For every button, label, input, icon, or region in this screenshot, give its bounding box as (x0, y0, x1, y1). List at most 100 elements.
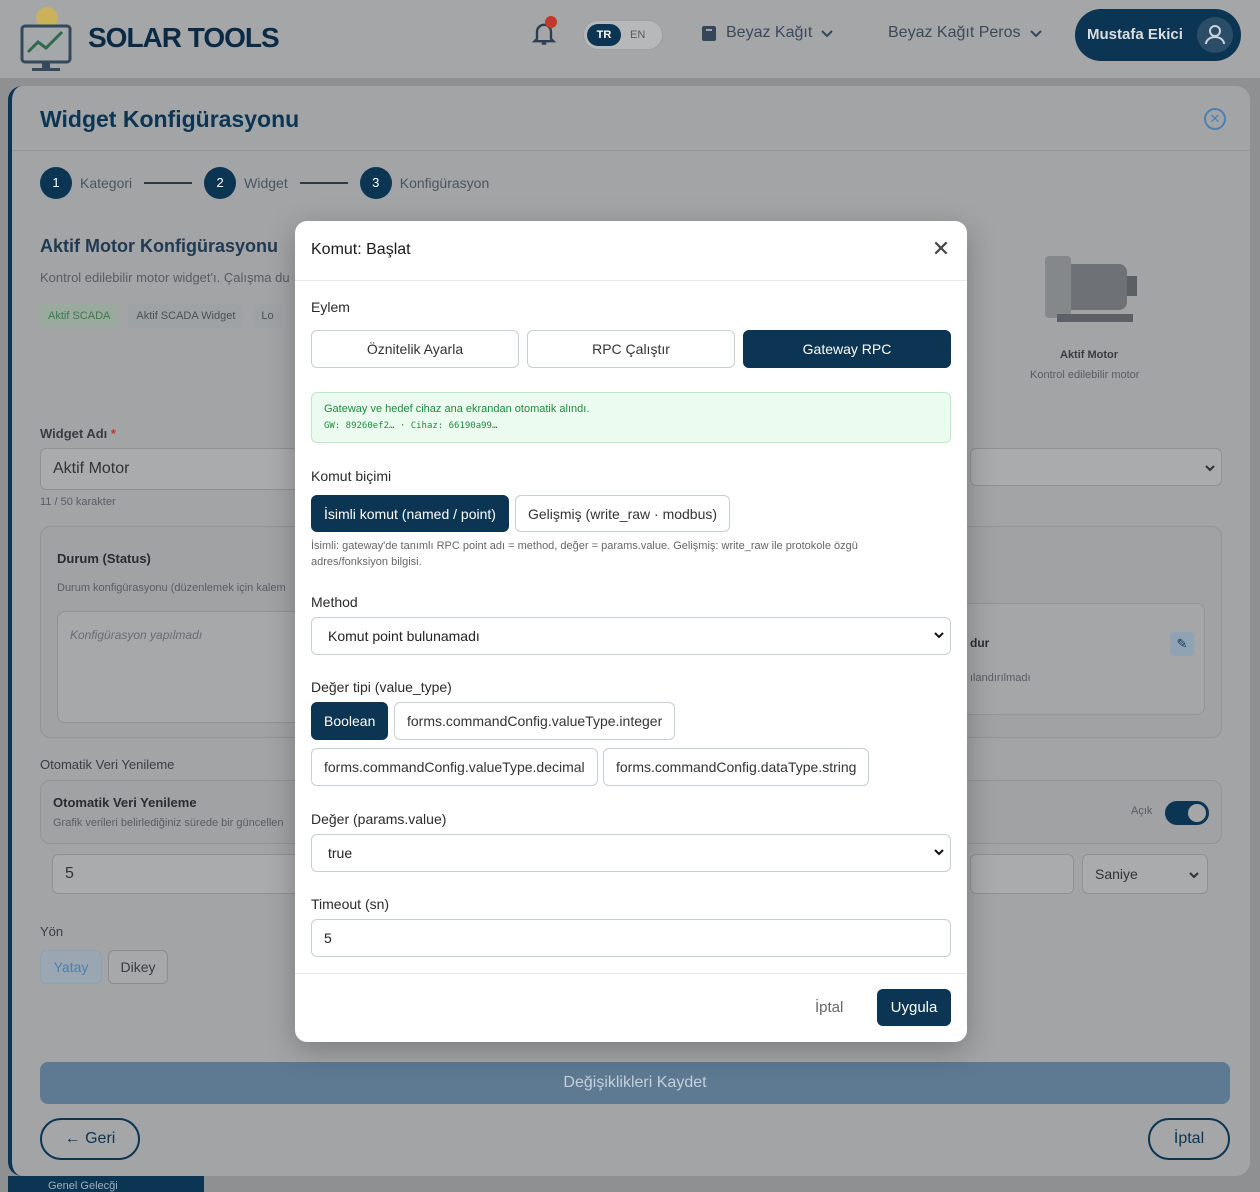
chevron-down-icon (934, 632, 944, 639)
refresh-unit-select[interactable]: Saniye (1082, 854, 1208, 894)
status-desc: Durum konfigürasyonu (düzenlemek için ka… (57, 582, 286, 594)
modal-cancel-button[interactable]: İptal (815, 999, 843, 1016)
char-count: 11 / 50 karakter (40, 496, 116, 508)
gateway-alert: Gateway ve hedef cihaz ana ekrandan otom… (311, 392, 951, 443)
preview-title: Aktif Motor (1060, 349, 1119, 361)
format-label: Komut biçimi (311, 468, 392, 484)
cancel-button[interactable]: İptal (1148, 1118, 1230, 1160)
pencil-icon[interactable]: ✎ (1170, 632, 1194, 656)
close-icon[interactable]: ✕ (927, 235, 955, 263)
language-switcher[interactable]: TR EN (583, 20, 663, 50)
value-select[interactable]: true (311, 834, 951, 872)
solar-logo-icon (20, 7, 72, 71)
step-label: Widget (244, 175, 288, 191)
stepper: 1 Kategori 2 Widget 3 Konfigürasyon (40, 167, 489, 199)
status-empty-box: Konfigürasyon yapılmadı (57, 611, 317, 723)
nav-site-select[interactable]: Beyaz Kağıt Peros (888, 24, 1043, 42)
step-kategori[interactable]: 1 Kategori (40, 167, 132, 199)
modal-title: Komut: Başlat (311, 241, 411, 258)
nav-site-label: Beyaz Kağıt Peros (888, 24, 1021, 41)
lang-en-button[interactable]: EN (630, 24, 645, 46)
method-value: Komut point bulunamadı (328, 628, 480, 644)
nav-company-select[interactable]: Beyaz Kağıt (700, 24, 834, 42)
refresh-toggle[interactable] (1165, 801, 1209, 825)
alert-text: Gateway ve hedef cihaz ana ekrandan otom… (324, 403, 590, 415)
user-menu[interactable]: Mustafa Ekici (1075, 9, 1241, 61)
method-label: Method (311, 594, 358, 610)
section-desc: Kontrol edilebilir motor widget'ı. Çalış… (40, 270, 290, 285)
value-type-decimal-button[interactable]: forms.commandConfig.valueType.decimal (311, 748, 598, 786)
lang-tr-button[interactable]: TR (587, 24, 621, 46)
toggle-knob (1188, 804, 1206, 822)
step-connector (144, 182, 193, 184)
building-icon (702, 26, 716, 41)
widget-name-label-text: Widget Adı (40, 426, 108, 441)
timeout-label: Timeout (sn) (311, 896, 390, 912)
widget-name-input[interactable]: Aktif Motor (40, 448, 310, 490)
top-bar: SOLAR TOOLS TR EN Beyaz Kağıt Beyaz Kağı… (0, 0, 1260, 78)
action-rpc-button[interactable]: RPC Çalıştır (527, 330, 735, 368)
divider (12, 150, 1250, 151)
step-number: 1 (40, 167, 72, 199)
nav-company-label: Beyaz Kağıt (726, 24, 813, 41)
preview-desc: Kontrol edilebilir motor (1030, 369, 1140, 381)
value-label: Değer (params.value) (311, 811, 447, 827)
save-changes-button[interactable]: Değişiklikleri Kaydet (40, 1062, 1230, 1104)
chevron-down-icon (1189, 872, 1199, 879)
step-label: Kategori (80, 175, 133, 191)
page-title: Widget Konfigürasyonu (40, 106, 300, 132)
action-gateway-rpc-button[interactable]: Gateway RPC (743, 330, 951, 368)
refresh-desc: Grafik verileri belirlediğiniz sürede bi… (53, 817, 284, 829)
modal-apply-button[interactable]: Uygula (877, 989, 951, 1026)
value-type-integer-button[interactable]: forms.commandConfig.valueType.integer (394, 702, 676, 740)
back-button[interactable]: ← Geri (40, 1118, 140, 1160)
format-advanced-button[interactable]: Gelişmiş (write_raw · modbus) (515, 495, 731, 532)
step-number: 2 (204, 167, 237, 199)
value-type-boolean-button[interactable]: Boolean (311, 702, 389, 740)
format-help: İsimli: gateway'de tanımlı RPC point adı… (311, 540, 858, 568)
sidebar-peek: Genel Gelecği (8, 1176, 204, 1192)
tag: Aktif SCADA (40, 304, 119, 328)
tag: Lo (253, 304, 282, 328)
format-named-button[interactable]: İsimli komut (named / point) (311, 495, 509, 532)
close-icon[interactable]: ✕ (1204, 108, 1226, 130)
widget-type-select[interactable] (970, 448, 1222, 486)
method-select[interactable]: Komut point bulunamadı (311, 617, 951, 655)
chevron-down-icon (821, 30, 833, 38)
chevron-down-icon (1205, 465, 1215, 472)
user-name: Mustafa Ekici (1087, 26, 1183, 43)
value-type-string-button[interactable]: forms.commandConfig.dataType.string (603, 748, 870, 786)
step-label: Konfigürasyon (399, 175, 490, 191)
direction-label: Yön (40, 924, 64, 939)
chevron-down-icon (1029, 30, 1042, 38)
direction-horizontal-button[interactable]: Yatay (40, 950, 102, 984)
avatar (1197, 17, 1233, 53)
direction-vertical-button[interactable]: Dikey (108, 950, 168, 984)
status-item-card: dur ılandırılmadı ✎ (941, 603, 1205, 715)
value-type-label: Değer tipi (value_type) (311, 679, 452, 695)
refresh-unit-value: Saniye (1095, 866, 1138, 882)
step-widget[interactable]: 2 Widget (204, 167, 288, 199)
user-icon (1205, 25, 1225, 45)
refresh-interval-input-right[interactable] (970, 854, 1074, 894)
refresh-interval-input[interactable]: 5 (52, 854, 312, 894)
brand-name: SOLAR TOOLS (88, 22, 280, 53)
tag: Aktif SCADA Widget (128, 304, 244, 328)
step-konfigurasyon[interactable]: 3 Konfigürasyon (359, 167, 490, 199)
motor-image (1045, 256, 1137, 322)
refresh-section-label: Otomatik Veri Yenileme (40, 757, 175, 772)
step-number: 3 (359, 167, 392, 199)
timeout-input[interactable]: 5 (311, 919, 951, 957)
action-set-attribute-button[interactable]: Öznitelik Ayarla (311, 330, 519, 368)
status-item-title: dur (970, 636, 990, 650)
chevron-down-icon (934, 849, 944, 856)
widget-name-label: Widget Adı * (40, 426, 116, 441)
command-modal: Komut: Başlat ✕ Eylem Öznitelik Ayarla R… (295, 221, 967, 1042)
notification-badge (545, 16, 557, 28)
status-empty-text: Konfigürasyon yapılmadı (70, 628, 203, 642)
refresh-title: Otomatik Veri Yenileme (53, 795, 197, 810)
status-item-desc: ılandırılmadı (970, 672, 1031, 684)
toggle-label: Açık (1131, 805, 1153, 817)
modal-header: Komut: Başlat ✕ (295, 221, 967, 281)
tag-list: Aktif SCADA Aktif SCADA Widget Lo (40, 304, 282, 328)
